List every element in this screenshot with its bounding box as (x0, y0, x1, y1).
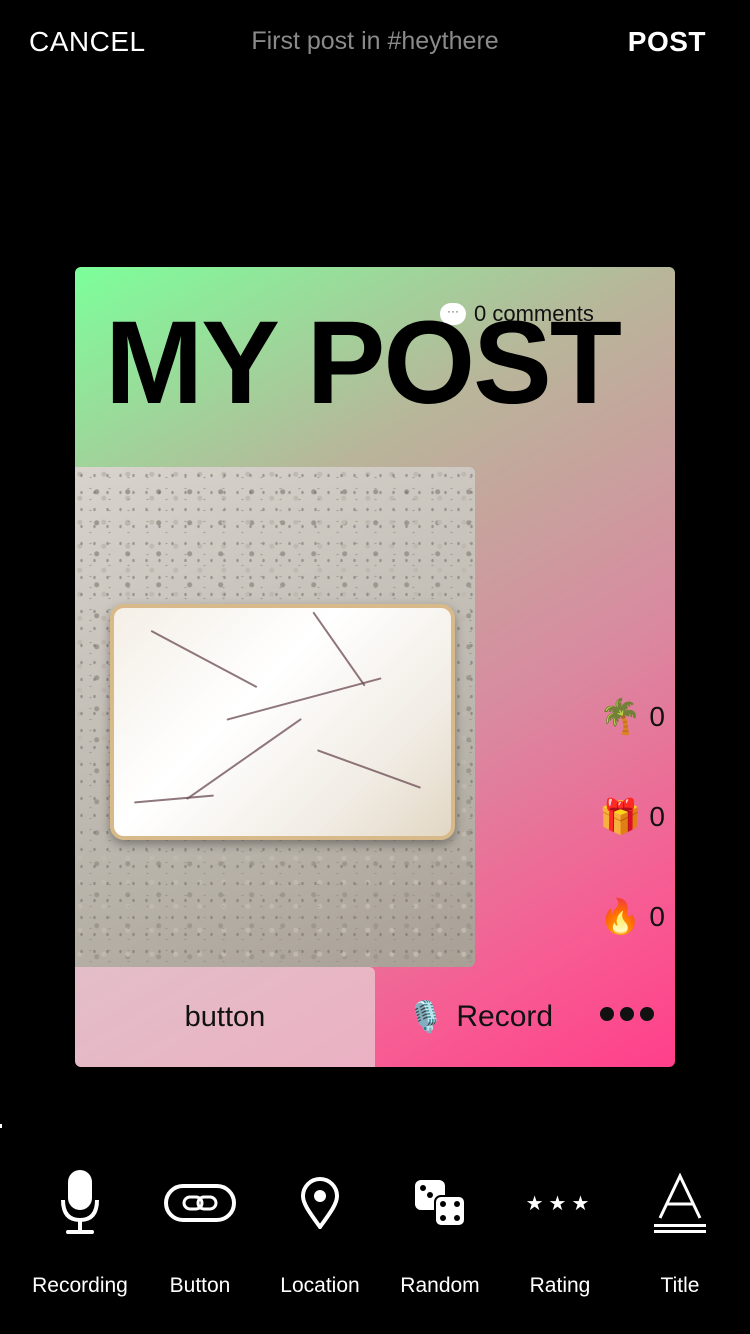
more-dots-icon[interactable] (600, 1007, 654, 1021)
reaction-count: 0 (649, 801, 665, 832)
post-button[interactable]: POST (628, 26, 706, 58)
custom-button[interactable]: button (75, 967, 375, 1067)
link-icon (140, 1160, 260, 1246)
tool-label: Title (660, 1274, 700, 1297)
tool-recording[interactable]: Recording (20, 1160, 140, 1298)
tool-label: Button (169, 1274, 231, 1297)
tool-random[interactable]: Random (380, 1160, 500, 1298)
post-card: ··· 0 comments MY POST 🌴 0 🎁 0 🔥 0 butto… (75, 267, 675, 1067)
gift-icon: 🎁 (599, 798, 642, 836)
stars-icon: ★★★ (525, 1192, 595, 1215)
tool-label: Random (400, 1274, 480, 1297)
fire-icon: 🔥 (599, 898, 642, 936)
scroll-edge-indicator (0, 1124, 2, 1128)
post-title[interactable]: MY POST (105, 298, 622, 429)
card-action-row: button 🎙️ Record (75, 967, 675, 1067)
reaction-count: 0 (649, 701, 665, 732)
reaction-fire[interactable]: 🔥 0 (599, 897, 665, 937)
microphone-icon (20, 1160, 140, 1246)
tool-location[interactable]: Location (260, 1160, 380, 1298)
tool-rating[interactable]: ★★★ Rating (500, 1160, 620, 1298)
tool-title[interactable]: Title (620, 1160, 740, 1298)
tool-label: Location (280, 1274, 360, 1297)
tool-button[interactable]: Button (140, 1160, 260, 1298)
marble-vein (150, 629, 258, 689)
microphone-icon: 🎙️ (407, 1000, 445, 1034)
location-pin-icon (260, 1160, 380, 1246)
post-photo[interactable] (75, 467, 475, 967)
record-label: Record (456, 1000, 554, 1033)
title-text-icon (620, 1160, 740, 1246)
add-element-toolbar: Recording Button Location Random ★★★ Rat… (0, 1160, 750, 1330)
photo-laptop-subject (110, 604, 455, 840)
record-button[interactable]: 🎙️ Record (407, 967, 553, 1067)
tool-label: Recording (32, 1274, 128, 1297)
dice-icon (380, 1160, 500, 1246)
reaction-count: 0 (649, 901, 665, 932)
tool-label: Rating (529, 1274, 591, 1297)
marble-vein (186, 718, 302, 800)
reaction-gift[interactable]: 🎁 0 (599, 797, 665, 837)
palm-tree-icon: 🌴 (599, 698, 642, 736)
reaction-palm-tree[interactable]: 🌴 0 (599, 697, 665, 737)
marble-vein (134, 794, 214, 804)
marble-vein (312, 611, 366, 687)
top-bar: CANCEL First post in #heythere POST (0, 0, 750, 86)
marble-vein (316, 749, 422, 789)
